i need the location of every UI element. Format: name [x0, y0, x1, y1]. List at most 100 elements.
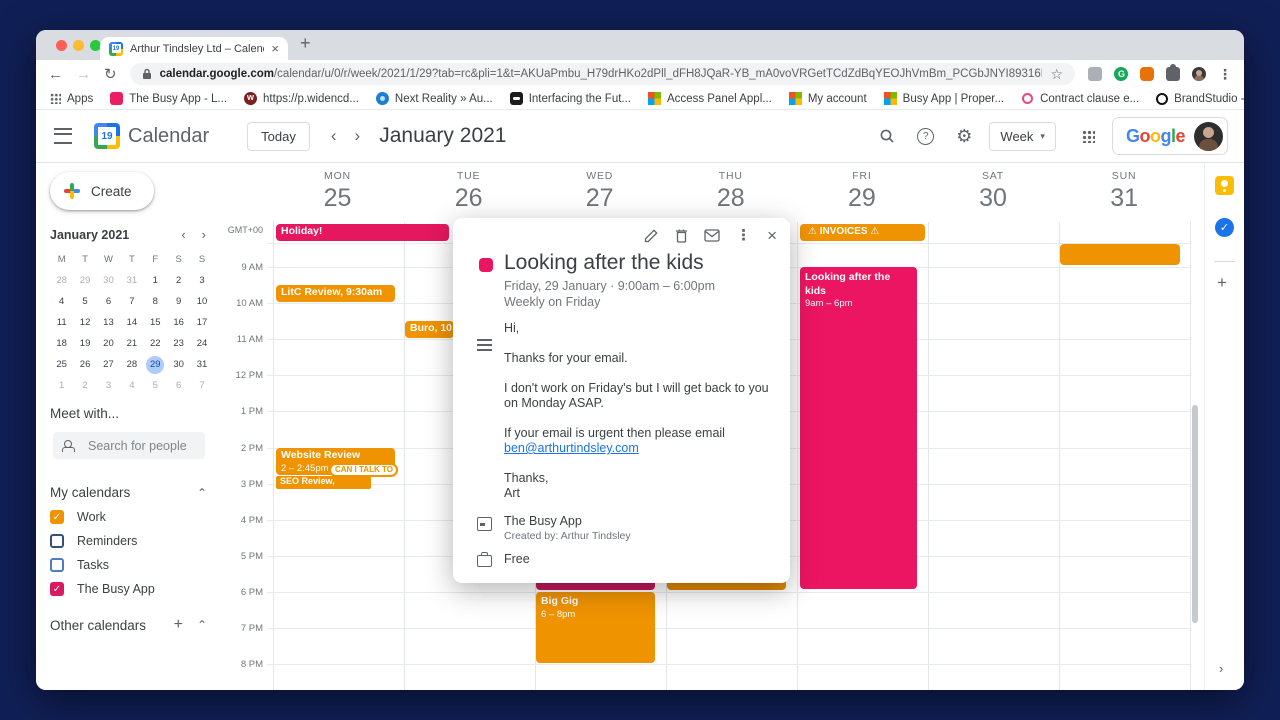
mini-cal-date[interactable]: 16 — [167, 312, 190, 333]
mini-cal-date[interactable]: 8 — [144, 291, 167, 312]
event-buro[interactable]: Buro, 10:30am — [405, 321, 454, 338]
mini-cal-date[interactable]: 1 — [144, 270, 167, 291]
event-can-i-talk[interactable]: CAN I TALK TO — [329, 463, 398, 477]
mini-cal-prev-icon[interactable]: ‹ — [173, 227, 193, 242]
mini-cal-date[interactable]: 6 — [167, 375, 190, 396]
bookmark-item[interactable]: Contract clause e... — [1021, 92, 1139, 105]
checkbox-checked-icon[interactable]: ✓ — [50, 582, 64, 596]
scrollbar-thumb[interactable] — [1192, 405, 1198, 623]
calendar-item-busy-app[interactable]: ✓ The Busy App — [50, 582, 225, 596]
mini-cal-date[interactable]: 2 — [167, 270, 190, 291]
mini-cal-date[interactable]: 7 — [120, 291, 143, 312]
email-icon[interactable] — [704, 229, 720, 242]
close-icon[interactable]: × — [767, 227, 777, 244]
tab-close-icon[interactable]: × — [271, 42, 279, 55]
mini-cal-date[interactable]: 7 — [190, 375, 213, 396]
mini-cal-date[interactable]: 29 — [144, 354, 167, 375]
bookmark-item[interactable]: Next Reality » Au... — [376, 92, 493, 105]
mini-cal-date[interactable]: 27 — [97, 354, 120, 375]
day-number[interactable]: 29 — [796, 184, 927, 213]
address-bar[interactable]: calendar.google.com/calendar/u/0/r/week/… — [130, 63, 1075, 85]
extensions-puzzle-icon[interactable] — [1166, 67, 1180, 81]
mini-cal-date[interactable]: 9 — [167, 291, 190, 312]
mini-cal-date[interactable]: 21 — [120, 333, 143, 354]
prev-week-icon[interactable]: ‹ — [322, 126, 346, 146]
day-number[interactable]: 26 — [403, 184, 534, 213]
grammarly-icon[interactable] — [1114, 67, 1128, 81]
google-keep-icon[interactable] — [1215, 176, 1234, 195]
mini-cal-date[interactable]: 10 — [190, 291, 213, 312]
mini-cal-date[interactable]: 2 — [73, 375, 96, 396]
avatar[interactable] — [1194, 122, 1223, 151]
day-number[interactable]: 31 — [1059, 184, 1190, 213]
calendar-item-reminders[interactable]: Reminders — [50, 534, 225, 548]
google-tasks-icon[interactable]: ✓ — [1215, 218, 1234, 237]
mini-cal-date[interactable]: 4 — [120, 375, 143, 396]
create-button[interactable]: Create — [50, 172, 154, 210]
chevron-up-icon[interactable]: ⌃ — [190, 486, 214, 500]
mini-cal-date[interactable]: 3 — [190, 270, 213, 291]
event-invoices[interactable]: ⚠ INVOICES ⚠ — [800, 224, 925, 241]
mini-cal-date[interactable]: 28 — [120, 354, 143, 375]
browser-tab[interactable]: 19 Arthur Tindsley Ltd – Calendar × — [100, 37, 288, 60]
forward-icon[interactable]: → — [76, 67, 91, 82]
search-people-input[interactable] — [86, 438, 205, 454]
mini-cal-date[interactable]: 26 — [73, 354, 96, 375]
mini-cal-date[interactable]: 5 — [73, 291, 96, 312]
event-sunday-banner[interactable] — [1060, 244, 1180, 265]
event-holiday[interactable]: Holiday! — [276, 224, 449, 241]
chevron-up-icon[interactable]: ⌃ — [190, 618, 214, 632]
email-link[interactable]: ben@arthurtindsley.com — [504, 441, 639, 455]
add-calendar-icon[interactable]: + — [167, 616, 190, 634]
event-looking-after-kids[interactable]: Looking after the kids 9am – 6pm — [800, 267, 917, 589]
checkbox-unchecked-icon[interactable] — [50, 534, 64, 548]
bookmark-star-icon[interactable]: ☆ — [1050, 66, 1063, 83]
mini-cal-date[interactable]: 31 — [190, 354, 213, 375]
mini-cal-date[interactable]: 6 — [97, 291, 120, 312]
browser-menu-icon[interactable]: ⋮ — [1218, 66, 1232, 83]
calendar-item-work[interactable]: ✓ Work — [50, 510, 225, 524]
mini-cal-date[interactable]: 15 — [144, 312, 167, 333]
mini-cal-date[interactable]: 5 — [144, 375, 167, 396]
mini-cal-date[interactable]: 14 — [120, 312, 143, 333]
checkbox-unchecked-icon[interactable] — [50, 558, 64, 572]
options-kebab-icon[interactable]: ⋮ — [736, 228, 751, 243]
extension-icon[interactable] — [1140, 67, 1154, 81]
bookmark-item[interactable]: My account — [789, 92, 867, 105]
bookmark-item[interactable]: Interfacing the Fut... — [510, 92, 631, 105]
bookmark-item[interactable]: Busy App | Proper... — [884, 92, 1004, 105]
back-icon[interactable]: ← — [48, 67, 63, 82]
window-minimize-button[interactable] — [73, 40, 84, 51]
mini-cal-date[interactable]: 31 — [120, 270, 143, 291]
mini-cal-date[interactable]: 30 — [97, 270, 120, 291]
mini-cal-date[interactable]: 3 — [97, 375, 120, 396]
mini-cal-date[interactable]: 23 — [167, 333, 190, 354]
view-selector[interactable]: Week ▾ — [989, 122, 1056, 151]
event-litc-review[interactable]: LitC Review, 9:30am — [276, 285, 395, 302]
mini-cal-date[interactable]: 24 — [190, 333, 213, 354]
bookmark-item[interactable]: Access Panel Appl... — [648, 92, 772, 105]
event-seo-review[interactable]: SEO Review, 2:45pm — [276, 476, 371, 489]
hide-panel-icon[interactable]: › — [1219, 661, 1223, 676]
help-icon[interactable]: ? — [917, 128, 934, 145]
mini-cal-date[interactable]: 19 — [73, 333, 96, 354]
get-addons-icon[interactable]: + — [1217, 273, 1227, 293]
mini-cal-date[interactable]: 29 — [73, 270, 96, 291]
google-apps-icon[interactable] — [1082, 130, 1095, 143]
day-number[interactable]: 30 — [928, 184, 1059, 213]
mini-cal-date[interactable]: 11 — [50, 312, 73, 333]
day-number[interactable]: 27 — [534, 184, 665, 213]
mini-cal-date[interactable]: 4 — [50, 291, 73, 312]
search-people-box[interactable] — [53, 432, 205, 459]
event-big-gig[interactable]: Big Gig 6 – 8pm — [536, 592, 655, 663]
calendar-item-tasks[interactable]: Tasks — [50, 558, 225, 572]
bookmark-item[interactable]: The Busy App - L... — [110, 92, 227, 105]
delete-icon[interactable] — [675, 228, 688, 243]
mini-cal-date[interactable]: 20 — [97, 333, 120, 354]
day-number[interactable]: 28 — [665, 184, 796, 213]
mini-cal-date[interactable]: 13 — [97, 312, 120, 333]
bookmark-item[interactable]: Apps — [50, 93, 93, 105]
today-button[interactable]: Today — [247, 122, 310, 151]
mini-cal-date[interactable]: 28 — [50, 270, 73, 291]
main-menu-icon[interactable] — [54, 128, 72, 144]
